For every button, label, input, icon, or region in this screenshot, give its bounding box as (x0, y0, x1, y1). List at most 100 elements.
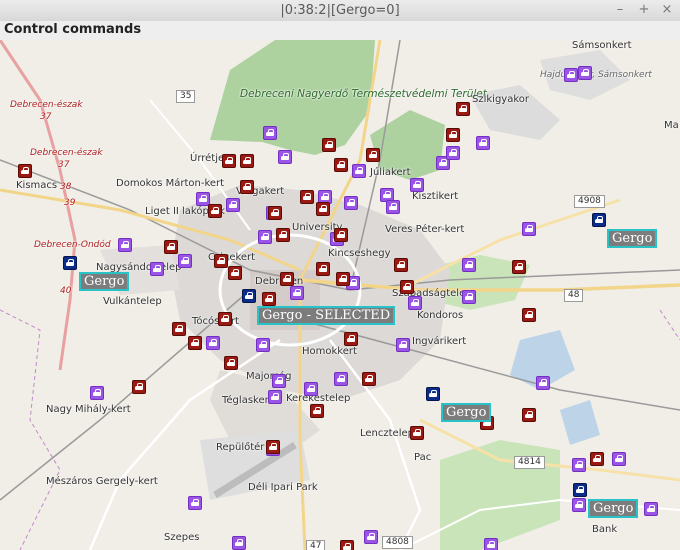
vehicle-marker[interactable] (592, 213, 606, 227)
purple-car-marker[interactable] (352, 164, 366, 178)
purple-car-marker[interactable] (446, 146, 460, 160)
purple-car-marker[interactable] (272, 374, 286, 388)
purple-car-marker[interactable] (612, 452, 626, 466)
red-car-marker[interactable] (394, 258, 408, 272)
red-car-marker[interactable] (188, 336, 202, 350)
place-label: Úrrétje (190, 153, 225, 164)
red-car-marker[interactable] (172, 322, 186, 336)
red-car-marker[interactable] (214, 254, 228, 268)
red-car-marker[interactable] (522, 308, 536, 322)
purple-car-marker[interactable] (334, 372, 348, 386)
purple-car-marker[interactable] (572, 498, 586, 512)
vehicle-label[interactable]: Gergo (79, 272, 130, 291)
red-car-marker[interactable] (240, 180, 254, 194)
red-car-marker[interactable] (316, 262, 330, 276)
red-car-marker[interactable] (400, 280, 414, 294)
close-button[interactable]: × (659, 2, 675, 18)
vehicle-marker[interactable] (573, 483, 587, 497)
purple-car-marker[interactable] (396, 338, 410, 352)
purple-car-marker[interactable] (278, 150, 292, 164)
red-car-marker[interactable] (590, 452, 604, 466)
purple-car-marker[interactable] (462, 258, 476, 272)
purple-car-marker[interactable] (578, 66, 592, 80)
purple-car-marker[interactable] (258, 230, 272, 244)
vehicle-marker[interactable] (426, 387, 440, 401)
red-car-marker[interactable] (334, 228, 348, 242)
purple-car-marker[interactable] (364, 530, 378, 544)
red-car-marker[interactable] (446, 128, 460, 142)
red-car-marker[interactable] (268, 206, 282, 220)
map-view[interactable]: Debrecen-észak 37 Debrecen-észak 37 Kism… (0, 40, 680, 550)
red-car-marker[interactable] (240, 154, 254, 168)
red-car-marker[interactable] (366, 148, 380, 162)
red-car-marker[interactable] (218, 312, 232, 326)
red-car-marker[interactable] (344, 332, 358, 346)
red-car-marker[interactable] (340, 540, 354, 550)
vehicle-label[interactable]: Gergo (588, 499, 639, 518)
red-car-marker[interactable] (310, 404, 324, 418)
purple-car-marker[interactable] (484, 538, 498, 550)
maximize-button[interactable]: + (636, 2, 652, 18)
purple-car-marker[interactable] (408, 296, 422, 310)
purple-car-marker[interactable] (256, 338, 270, 352)
red-car-marker[interactable] (336, 272, 350, 286)
vehicle-marker-selected[interactable] (242, 289, 256, 303)
purple-car-marker[interactable] (386, 200, 400, 214)
red-car-marker[interactable] (228, 266, 242, 280)
purple-car-marker[interactable] (564, 68, 578, 82)
red-car-marker[interactable] (18, 164, 32, 178)
purple-car-marker[interactable] (232, 536, 246, 550)
vehicle-marker[interactable] (63, 256, 77, 270)
place-label: Kincseshegy (328, 248, 391, 259)
red-car-marker[interactable] (262, 292, 276, 306)
vehicle-label-selected[interactable]: Gergo - SELECTED (257, 306, 396, 325)
purple-car-marker[interactable] (522, 222, 536, 236)
red-car-marker[interactable] (300, 190, 314, 204)
red-car-marker[interactable] (280, 272, 294, 286)
purple-car-marker[interactable] (572, 458, 586, 472)
purple-car-marker[interactable] (226, 198, 240, 212)
red-car-marker[interactable] (316, 202, 330, 216)
red-car-marker[interactable] (410, 426, 424, 440)
road-shield: 4908 (574, 195, 605, 208)
purple-car-marker[interactable] (188, 496, 202, 510)
place-label: Kondoros (417, 310, 464, 321)
purple-car-marker[interactable] (644, 502, 658, 516)
purple-car-marker[interactable] (178, 254, 192, 268)
purple-car-marker[interactable] (462, 290, 476, 304)
red-car-marker[interactable] (322, 138, 336, 152)
minimize-button[interactable]: – (612, 2, 628, 18)
red-car-marker[interactable] (522, 408, 536, 422)
red-car-marker[interactable] (132, 380, 146, 394)
red-car-marker[interactable] (164, 240, 178, 254)
red-car-marker[interactable] (266, 440, 280, 454)
purple-car-marker[interactable] (290, 286, 304, 300)
purple-car-marker[interactable] (118, 238, 132, 252)
vehicle-label[interactable]: Gergo (441, 403, 492, 422)
red-car-marker[interactable] (512, 260, 526, 274)
red-car-marker[interactable] (208, 204, 222, 218)
purple-car-marker[interactable] (536, 376, 550, 390)
red-car-marker[interactable] (334, 158, 348, 172)
red-car-marker[interactable] (224, 356, 238, 370)
red-car-marker[interactable] (362, 372, 376, 386)
road-shield: 4808 (382, 536, 413, 549)
control-commands-menu[interactable]: Control commands (4, 22, 141, 37)
road-number: 40 (60, 286, 72, 296)
red-car-marker[interactable] (222, 154, 236, 168)
purple-car-marker[interactable] (268, 390, 282, 404)
vehicle-label[interactable]: Gergo (607, 229, 658, 248)
purple-car-marker[interactable] (263, 126, 277, 140)
red-car-marker[interactable] (276, 228, 290, 242)
road-number: 37 (58, 160, 70, 170)
purple-car-marker[interactable] (304, 382, 318, 396)
purple-car-marker[interactable] (476, 136, 490, 150)
place-label: Sámsonkert (572, 40, 632, 51)
purple-car-marker[interactable] (90, 386, 104, 400)
red-car-marker[interactable] (456, 102, 470, 116)
place-label: Domokos Márton-kert (116, 178, 225, 189)
purple-car-marker[interactable] (206, 336, 220, 350)
purple-car-marker[interactable] (344, 196, 358, 210)
purple-car-marker[interactable] (150, 262, 164, 276)
purple-car-marker[interactable] (410, 178, 424, 192)
